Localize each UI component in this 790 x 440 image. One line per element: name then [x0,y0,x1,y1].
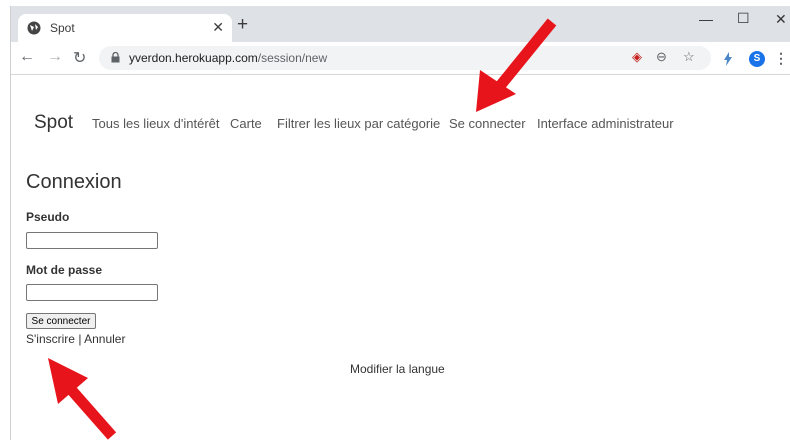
window-close-icon[interactable]: ✕ [775,11,787,28]
zoom-icon[interactable]: ⊖ [656,49,667,65]
address-bar[interactable]: yverdon.herokuapp.com/session/new ◈ ⊖ ☆ [99,46,711,70]
browser-toolbar: ← → ↻ yverdon.herokuapp.com/session/new … [11,42,790,75]
brand-logo[interactable]: Spot [34,112,73,134]
browser-tab[interactable]: Spot ✕ [18,14,232,42]
profile-avatar[interactable]: S [749,51,765,67]
url-text: yverdon.herokuapp.com/session/new [129,51,327,65]
forward-icon[interactable]: → [47,48,63,66]
back-icon[interactable]: ← [19,48,35,66]
annotation-arrow-top [476,18,557,112]
site-navbar: Spot Tous les lieux d'intérêt Carte Filt… [11,112,790,136]
lock-icon [111,52,120,63]
nav-link-map[interactable]: Carte [230,116,262,131]
change-language-link[interactable]: Modifier la langue [350,362,445,376]
reload-icon[interactable]: ↻ [73,48,86,68]
browser-window: Spot ✕ + — ☐ ✕ ← → ↻ yverdon.herokuapp.c… [10,6,790,440]
cancel-link[interactable]: Annuler [84,332,125,346]
username-label: Pseudo [26,210,70,224]
tab-strip: Spot ✕ + — ☐ ✕ [11,6,790,42]
extension-icon[interactable] [723,52,733,66]
menu-icon[interactable]: ⋮ [774,50,788,67]
annotation-arrow-bottom [48,358,117,440]
globe-icon [27,21,41,35]
new-tab-icon[interactable]: + [237,15,248,34]
password-field[interactable] [26,284,158,301]
password-label: Mot de passe [26,263,103,277]
maximize-icon[interactable]: ☐ [737,10,750,27]
page-title: Connexion [26,171,122,193]
signup-link[interactable]: S'inscrire [26,332,75,346]
bookmark-star-icon[interactable]: ☆ [683,49,695,65]
nav-link-all-places[interactable]: Tous les lieux d'intérêt [92,116,220,131]
username-field[interactable] [26,232,158,249]
nav-link-filter[interactable]: Filtrer les lieux par catégorie [277,116,440,131]
minimize-icon[interactable]: — [699,11,713,27]
link-separator: | [78,332,82,346]
url-host: yverdon.herokuapp.com [129,51,258,65]
nav-link-admin[interactable]: Interface administrateur [537,116,674,131]
login-button[interactable]: Se connecter [26,313,96,329]
nav-link-login[interactable]: Se connecter [449,116,526,131]
form-links: S'inscrire | Annuler [26,332,125,346]
blocked-popup-icon[interactable]: ◈ [632,49,642,65]
tab-title: Spot [50,21,75,35]
url-path: /session/new [257,51,328,65]
close-tab-icon[interactable]: ✕ [212,19,224,36]
